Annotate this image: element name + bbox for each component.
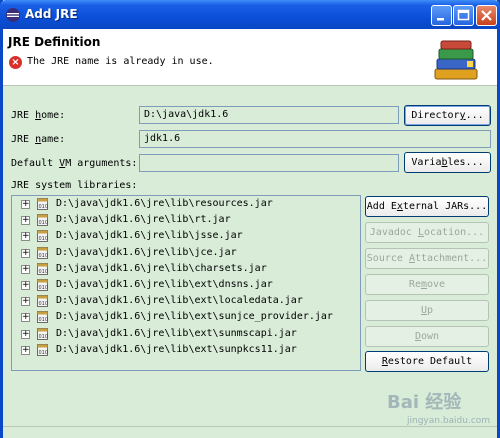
jar-icon: 010 [37,214,49,227]
expand-icon[interactable]: + [21,248,30,258]
error-icon: × [9,56,22,69]
watermark-url: jingyan.baidu.com [407,416,491,426]
error-message: The JRE name is already in use. [27,56,214,67]
svg-text:010: 010 [39,334,49,340]
svg-text:010: 010 [39,236,49,242]
source-attachment-button[interactable]: Source Attachment... [365,248,489,269]
expand-icon[interactable]: + [21,329,30,339]
system-libraries-label: JRE system libraries: [11,180,138,191]
dialog-header: JRE Definition × The JRE name is already… [3,29,497,86]
svg-text:010: 010 [39,317,49,323]
jar-icon: 010 [37,278,49,291]
vm-arguments-label: Default VM arguments: [11,158,138,169]
library-row[interactable]: +010 D:\java\jdk1.6\jre\lib\resources.jar [12,196,360,212]
maximize-button[interactable] [453,5,474,26]
down-button[interactable]: Down [365,326,489,347]
jre-home-field[interactable]: D:\java\jdk1.6 [139,106,399,124]
vm-arguments-field[interactable] [139,154,399,172]
library-path: D:\java\jdk1.6\jre\lib\charsets.jar [56,262,267,274]
directory-button[interactable]: Directory... [404,105,491,126]
library-path: D:\java\jdk1.6\jre\lib\rt.jar [56,214,231,226]
jar-icon: 010 [37,311,49,324]
expand-icon[interactable]: + [21,345,30,355]
window-title: Add JRE [25,7,78,21]
jar-icon: 010 [37,246,49,259]
svg-text:010: 010 [39,285,49,291]
watermark-logo: Bai 经验 [387,392,462,413]
title-bar[interactable]: Add JRE [0,0,500,29]
svg-text:010: 010 [39,350,49,356]
library-path: D:\java\jdk1.6\jre\lib\jce.jar [56,246,237,258]
library-row[interactable]: +010 D:\java\jdk1.6\jre\lib\rt.jar [12,212,360,228]
maximize-icon [457,9,470,21]
svg-text:010: 010 [39,253,49,259]
up-button[interactable]: Up [365,300,489,321]
header-title: JRE Definition [8,35,101,49]
jre-name-field[interactable]: jdk1.6 [139,130,491,148]
library-path: D:\java\jdk1.6\jre\lib\resources.jar [56,198,273,209]
jar-icon: 010 [37,295,49,308]
javadoc-location-button[interactable]: Javadoc Location... [365,222,489,243]
jre-home-label: JRE home: [11,110,66,121]
add-external-jars-button[interactable]: Add External JARs... [365,196,489,217]
library-row[interactable]: +010 D:\java\jdk1.6\jre\lib\ext\sunmscapi… [12,326,360,342]
svg-text:010: 010 [39,220,49,226]
remove-button[interactable]: Remove [365,274,489,295]
library-row[interactable]: +010 D:\java\jdk1.6\jre\lib\ext\sunjce_pr… [12,309,360,325]
library-row[interactable]: +010 D:\java\jdk1.6\jre\lib\charsets.jar [12,261,360,277]
library-path: D:\java\jdk1.6\jre\lib\ext\sunmscapi.jar [56,327,297,339]
expand-icon[interactable]: + [21,313,30,323]
variables-button[interactable]: Variables... [404,152,491,173]
jar-icon: 010 [37,343,49,356]
library-row[interactable]: +010 D:\java\jdk1.6\jre\lib\ext\dnsns.jar [12,277,360,293]
expand-icon[interactable]: + [21,216,30,226]
expand-icon[interactable]: + [21,232,30,242]
minimize-button[interactable] [431,5,452,26]
restore-default-button[interactable]: Restore Default [365,351,489,372]
svg-text:010: 010 [39,301,49,307]
svg-text:010: 010 [39,269,49,275]
jar-icon: 010 [37,198,49,210]
jar-icon: 010 [37,327,49,340]
library-row[interactable]: +010 D:\java\jdk1.6\jre\lib\jce.jar [12,245,360,261]
jar-icon: 010 [37,230,49,243]
library-row[interactable]: +010 D:\java\jdk1.6\jre\lib\jsse.jar [12,228,360,244]
expand-icon[interactable]: + [21,200,30,209]
library-row[interactable]: +010 D:\java\jdk1.6\jre\lib\ext\sunpkcs11… [12,342,360,358]
expand-icon[interactable]: + [21,280,30,290]
library-row[interactable]: +010 D:\java\jdk1.6\jre\lib\ext\localedat… [12,293,360,309]
jar-icon: 010 [37,262,49,275]
expand-icon[interactable]: + [21,264,30,274]
library-path: D:\java\jdk1.6\jre\lib\ext\sunpkcs11.jar [56,343,297,355]
system-libraries-tree[interactable]: +010 D:\java\jdk1.6\jre\lib\resources.jar… [11,195,361,371]
library-path: D:\java\jdk1.6\jre\lib\ext\localedata.ja… [56,295,303,307]
jre-name-label: JRE name: [11,134,66,145]
library-path: D:\java\jdk1.6\jre\lib\jsse.jar [56,230,243,242]
library-path: D:\java\jdk1.6\jre\lib\ext\dnsns.jar [56,278,273,290]
close-button[interactable] [476,5,497,26]
add-jre-dialog: Add JRE JRE Definition × The JRE name is… [0,0,500,438]
jre-books-icon [434,40,478,80]
expand-icon[interactable]: + [21,297,30,307]
minimize-icon [437,18,444,21]
bottom-separator [3,426,497,427]
library-path: D:\java\jdk1.6\jre\lib\ext\sunjce_provid… [56,311,333,323]
close-icon [481,10,492,21]
svg-text:010: 010 [39,204,49,210]
eclipse-icon [6,8,20,22]
